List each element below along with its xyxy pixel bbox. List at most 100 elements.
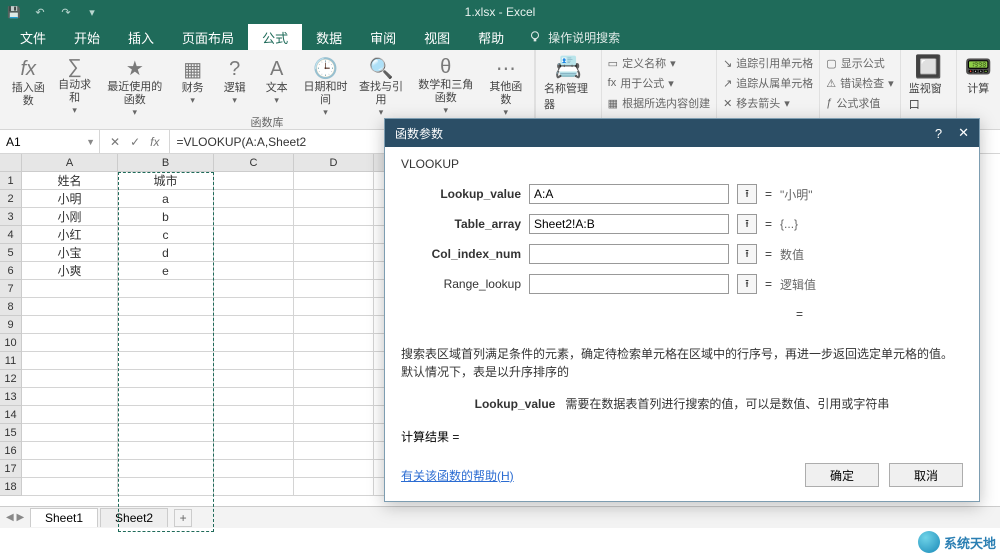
row-header[interactable]: 17 [0,460,22,478]
help-icon[interactable]: ? [935,126,942,141]
redo-icon[interactable]: ↷ [58,4,74,20]
row-header[interactable]: 6 [0,262,22,280]
arg-input[interactable] [529,244,729,264]
cell[interactable]: e [118,262,214,280]
cell[interactable] [22,334,118,352]
cell[interactable] [294,424,374,442]
define-name-button[interactable]: ▭定义名称 ▾ [608,54,710,72]
cell[interactable] [294,208,374,226]
cell[interactable] [214,406,294,424]
tab-home[interactable]: 开始 [60,24,114,50]
name-box[interactable]: A1 ▼ [0,130,100,153]
row-header[interactable]: 13 [0,388,22,406]
create-from-selection-button[interactable]: ▦根据所选内容创建 [608,94,710,112]
cell[interactable] [118,370,214,388]
cell[interactable] [294,316,374,334]
cell[interactable]: d [118,244,214,262]
cell[interactable] [294,244,374,262]
cell[interactable] [214,460,294,478]
cell[interactable]: 城市 [118,172,214,190]
row-header[interactable]: 10 [0,334,22,352]
text-button[interactable]: A文本▾ [259,54,295,114]
cell[interactable] [22,424,118,442]
cell[interactable] [22,316,118,334]
cell[interactable] [22,406,118,424]
cell[interactable] [294,406,374,424]
cell[interactable] [118,442,214,460]
cancel-button[interactable]: 取消 [889,463,963,487]
row-header[interactable]: 14 [0,406,22,424]
cell[interactable] [294,262,374,280]
cell[interactable] [22,352,118,370]
row-header[interactable]: 5 [0,244,22,262]
cell[interactable] [22,280,118,298]
cell[interactable] [214,352,294,370]
cell[interactable]: 小爽 [22,262,118,280]
column-header[interactable]: D [294,154,374,172]
logical-button[interactable]: ?逻辑▾ [217,54,253,114]
cell[interactable]: 小明 [22,190,118,208]
range-picker-icon[interactable]: ⭱ [737,244,757,264]
range-picker-icon[interactable]: ⭱ [737,214,757,234]
cell[interactable] [294,226,374,244]
row-header[interactable]: 4 [0,226,22,244]
cell[interactable] [22,460,118,478]
cell[interactable] [118,478,214,496]
use-in-formula-button[interactable]: fx用于公式 ▾ [608,74,710,92]
insert-function-button[interactable]: fx插入函数 [8,54,48,114]
fx-icon[interactable]: fx [150,135,159,149]
cell[interactable]: 姓名 [22,172,118,190]
save-icon[interactable]: 💾 [6,4,22,20]
remove-arrows-button[interactable]: ✕移去箭头 ▾ [723,94,813,112]
enter-icon[interactable]: ✓ [130,135,140,149]
lookup-button[interactable]: 🔍查找与引用▾ [356,54,406,114]
tell-me-search[interactable]: 操作说明搜索 [528,24,620,50]
function-help-link[interactable]: 有关该函数的帮助(H) [401,467,514,484]
cell[interactable] [22,388,118,406]
cell[interactable] [118,316,214,334]
row-header[interactable]: 7 [0,280,22,298]
tab-page-layout[interactable]: 页面布局 [168,24,248,50]
arg-input[interactable] [529,184,729,204]
row-header[interactable]: 2 [0,190,22,208]
tab-view[interactable]: 视图 [410,24,464,50]
cell[interactable] [214,172,294,190]
close-icon[interactable]: ✕ [958,125,969,141]
error-check-button[interactable]: ⚠错误检查 ▾ [826,74,893,92]
cell[interactable] [118,298,214,316]
cell[interactable] [294,280,374,298]
cell[interactable] [118,406,214,424]
cell[interactable] [118,460,214,478]
cell[interactable] [118,334,214,352]
cell[interactable] [214,280,294,298]
dialog-titlebar[interactable]: 函数参数 ? ✕ [385,119,979,147]
evaluate-formula-button[interactable]: ƒ公式求值 [826,94,893,112]
range-picker-icon[interactable]: ⭱ [737,274,757,294]
cell[interactable]: 小刚 [22,208,118,226]
more-functions-button[interactable]: ⋯其他函数▾ [486,54,526,114]
cell[interactable] [118,280,214,298]
cell[interactable] [294,442,374,460]
row-header[interactable]: 15 [0,424,22,442]
tab-insert[interactable]: 插入 [114,24,168,50]
cell[interactable] [294,388,374,406]
arg-input[interactable] [529,214,729,234]
trace-precedents-button[interactable]: ↘追踪引用单元格 [723,54,813,72]
cell[interactable]: 小红 [22,226,118,244]
cell[interactable]: b [118,208,214,226]
cancel-icon[interactable]: ✕ [110,135,120,149]
sheet-tab-1[interactable]: Sheet1 [30,508,98,527]
financial-button[interactable]: ▦财务▾ [175,54,211,114]
cell[interactable] [214,244,294,262]
select-all-corner[interactable] [0,154,22,172]
cell[interactable] [22,370,118,388]
cell[interactable] [118,352,214,370]
cell[interactable] [22,478,118,496]
cell[interactable] [214,226,294,244]
tab-help[interactable]: 帮助 [464,24,518,50]
cell[interactable] [294,460,374,478]
cell[interactable] [118,388,214,406]
cell[interactable] [118,424,214,442]
row-header[interactable]: 12 [0,370,22,388]
row-header[interactable]: 3 [0,208,22,226]
